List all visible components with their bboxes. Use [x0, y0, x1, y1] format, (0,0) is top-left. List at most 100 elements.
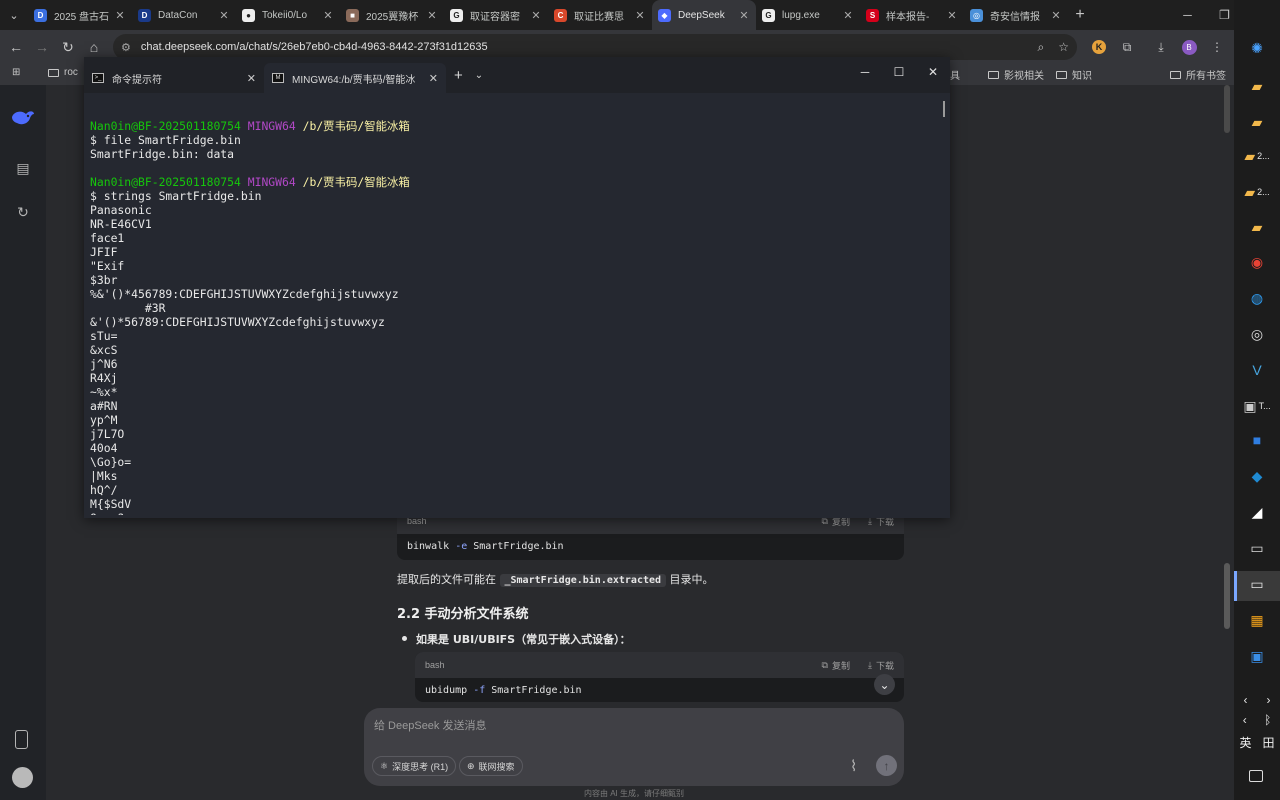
taskbar-app-button[interactable]: ■ — [1243, 426, 1271, 454]
input-method-indicator[interactable]: 英 田 — [1234, 734, 1280, 751]
tab-title: 样本报告- — [886, 11, 930, 23]
ime-language[interactable]: 英 — [1239, 734, 1251, 751]
taskbar-edge-button[interactable]: ◍ — [1243, 284, 1271, 312]
bookmark-folder-knowledge[interactable]: 知识 — [1056, 67, 1092, 82]
close-tab-icon[interactable]: ✕ — [247, 72, 256, 85]
menu-icon[interactable]: ⋮ — [1203, 34, 1231, 60]
browser-tab[interactable]: S 样本报告- ✕ — [860, 0, 964, 30]
page-scrollbar-thumb[interactable] — [1224, 563, 1230, 629]
reload-button[interactable]: ↻ — [55, 34, 81, 60]
taskbar-folder-button[interactable]: ▰ — [1243, 108, 1271, 136]
close-tab-icon[interactable]: ✕ — [322, 9, 334, 22]
prompt-env: MINGW64 — [247, 119, 296, 133]
attach-icon[interactable]: ⌇ — [850, 757, 857, 775]
terminal-minimize-button[interactable]: ─ — [848, 57, 882, 87]
screen: ⌄ D 2025 盘古石 ✕ D DataCon ✕ ● Tokeii0/Lo ✕ ■ 2025翼豫… — [0, 0, 1280, 800]
terminal-tab-mingw[interactable]: M MINGW64:/b/贾韦码/智能冰箱 ✕ — [264, 63, 446, 93]
close-tab-icon[interactable]: ✕ — [218, 9, 230, 22]
bookmark-star-icon[interactable]: ☆ — [1058, 40, 1069, 54]
browser-tab[interactable]: D 2025 盘古石 ✕ — [28, 0, 132, 30]
word-icon: ■ — [1252, 432, 1262, 448]
message-composer[interactable]: 给 DeepSeek 发送消息 ⚛ 深度思考 (R1) ⊕ 联网搜索 ⌇ ↑ — [364, 708, 904, 786]
bookmark-folder-video[interactable]: 影视相关 — [988, 67, 1044, 82]
minimize-button[interactable]: ─ — [1169, 0, 1206, 30]
close-tab-icon[interactable]: ✕ — [1050, 9, 1062, 22]
close-tab-icon[interactable]: ✕ — [738, 9, 750, 22]
taskbar-chrome-button[interactable]: ◉ — [1243, 248, 1271, 276]
chevron-left-icon[interactable]: ‹ — [1243, 713, 1247, 727]
web-search-toggle[interactable]: ⊕ 联网搜索 — [459, 756, 523, 776]
browser-tab[interactable]: ● Tokeii0/Lo ✕ — [236, 0, 340, 30]
all-bookmarks[interactable]: 所有书签 — [1170, 67, 1226, 82]
close-tab-icon[interactable]: ✕ — [426, 9, 438, 22]
browser-tab[interactable]: ◆ DeepSeek ✕ — [652, 0, 756, 30]
new-tab-button[interactable]: + — [1068, 6, 1092, 24]
bluetooth-icon[interactable]: ᛒ — [1264, 713, 1271, 727]
terminal-output[interactable]: Nan0in@BF-202501180754 MINGW64 /b/贾韦码/智能… — [90, 105, 940, 515]
close-tab-icon[interactable]: ✕ — [634, 9, 646, 22]
taskbar-app-v-button[interactable]: V — [1243, 356, 1271, 384]
browser-tab[interactable]: G 取证容器密 ✕ — [444, 0, 548, 30]
taskbar-app-button[interactable]: ▭ — [1243, 570, 1271, 598]
web-search-label: 联网搜索 — [478, 761, 515, 772]
taskbar-folder-button[interactable]: ▰ — [1243, 213, 1271, 241]
deep-think-toggle[interactable]: ⚛ 深度思考 (R1) — [372, 756, 457, 776]
new-terminal-tab-button[interactable]: + — [454, 67, 463, 84]
terminal-close-button[interactable]: ✕ — [916, 57, 950, 87]
taskbar-terminal-button[interactable]: ▣ T... — [1243, 392, 1271, 420]
notification-icon[interactable] — [1249, 770, 1263, 782]
close-tab-icon[interactable]: ✕ — [429, 72, 438, 85]
site-info-icon[interactable]: ⚙ — [121, 41, 131, 54]
page-scrollbar-upper[interactable] — [1224, 85, 1230, 133]
close-tab-icon[interactable]: ✕ — [530, 9, 542, 22]
extension-k-button[interactable]: K — [1085, 34, 1113, 60]
browser-tab[interactable]: Glupg.exe ✕ — [756, 0, 860, 30]
user-avatar[interactable] — [12, 767, 33, 788]
taskbar-app-button[interactable]: ◢ — [1243, 498, 1271, 526]
browser-tab[interactable]: C 取证比赛思 ✕ — [548, 0, 652, 30]
taskbar-app-button[interactable]: ▭ — [1243, 534, 1271, 562]
apps-icon[interactable]: ⊞ — [12, 67, 20, 78]
folder-icon — [48, 68, 59, 77]
taskbar-app-button[interactable]: ▣ — [1243, 642, 1271, 670]
close-tab-icon[interactable]: ✕ — [114, 9, 126, 22]
bookmark-folder-roc[interactable]: roc — [48, 67, 78, 78]
browser-tab[interactable]: ■ 2025翼豫杯 ✕ — [340, 0, 444, 30]
close-tab-icon[interactable]: ✕ — [842, 9, 854, 22]
open-sidebar-icon[interactable]: ▤ — [14, 159, 32, 177]
taskbar-folder-button[interactable]: ▰ 2... — [1243, 178, 1271, 206]
app-icon: ◢ — [1251, 503, 1263, 520]
tab-search-button[interactable]: ⌄ — [0, 0, 28, 30]
message-input[interactable]: 给 DeepSeek 发送消息 — [374, 717, 486, 733]
terminal-scrollbar[interactable] — [943, 101, 945, 117]
taskbar-windows-logo-button[interactable]: ✺ — [1243, 34, 1271, 62]
send-button[interactable]: ↑ — [876, 755, 897, 776]
extensions-icon[interactable]: ⧉ — [1113, 34, 1141, 60]
taskbar-folder-button[interactable]: ▰ — [1243, 72, 1271, 100]
forward-button[interactable]: → — [29, 34, 55, 60]
zoom-search-icon[interactable]: ⌕ — [1038, 40, 1045, 55]
taskbar-obs-button[interactable]: ◎ — [1243, 320, 1271, 348]
downloads-icon[interactable]: ⤓ — [1147, 34, 1175, 60]
browser-tab[interactable]: ◎ 奇安信情报 ✕ — [964, 0, 1068, 30]
taskbar-folder-button[interactable]: ▰ 2... — [1243, 142, 1271, 170]
new-chat-icon[interactable]: ↻ — [14, 203, 32, 221]
browser-tab[interactable]: D DataCon ✕ — [132, 0, 236, 30]
chevron-down-icon[interactable]: ⌄ — [475, 70, 483, 81]
ime-mode[interactable]: 田 — [1262, 734, 1274, 751]
download-button[interactable]: ⤓ 下载 — [868, 659, 894, 672]
scroll-to-bottom-button[interactable]: ⌄ — [874, 674, 895, 695]
copy-button[interactable]: ⧉ 复制 — [822, 659, 850, 672]
chevron-left-icon[interactable]: ‹ — [1244, 693, 1248, 707]
close-tab-icon[interactable]: ✕ — [946, 9, 958, 22]
taskbar-app-button[interactable]: ◆ — [1243, 462, 1271, 490]
deepseek-logo-icon[interactable] — [10, 108, 36, 128]
profile-button[interactable]: B — [1175, 34, 1203, 60]
mobile-app-icon[interactable] — [15, 730, 28, 749]
chevron-right-icon[interactable]: › — [1267, 693, 1271, 707]
taskbar-app-button[interactable]: ▦ — [1243, 606, 1271, 634]
terminal-tab-cmd[interactable]: >_ 命令提示符 ✕ — [84, 63, 264, 93]
prompt-user: Nan0in@BF-202501180754 — [90, 119, 241, 133]
terminal-maximize-button[interactable]: ☐ — [882, 57, 916, 87]
back-button[interactable]: ← — [3, 34, 29, 60]
